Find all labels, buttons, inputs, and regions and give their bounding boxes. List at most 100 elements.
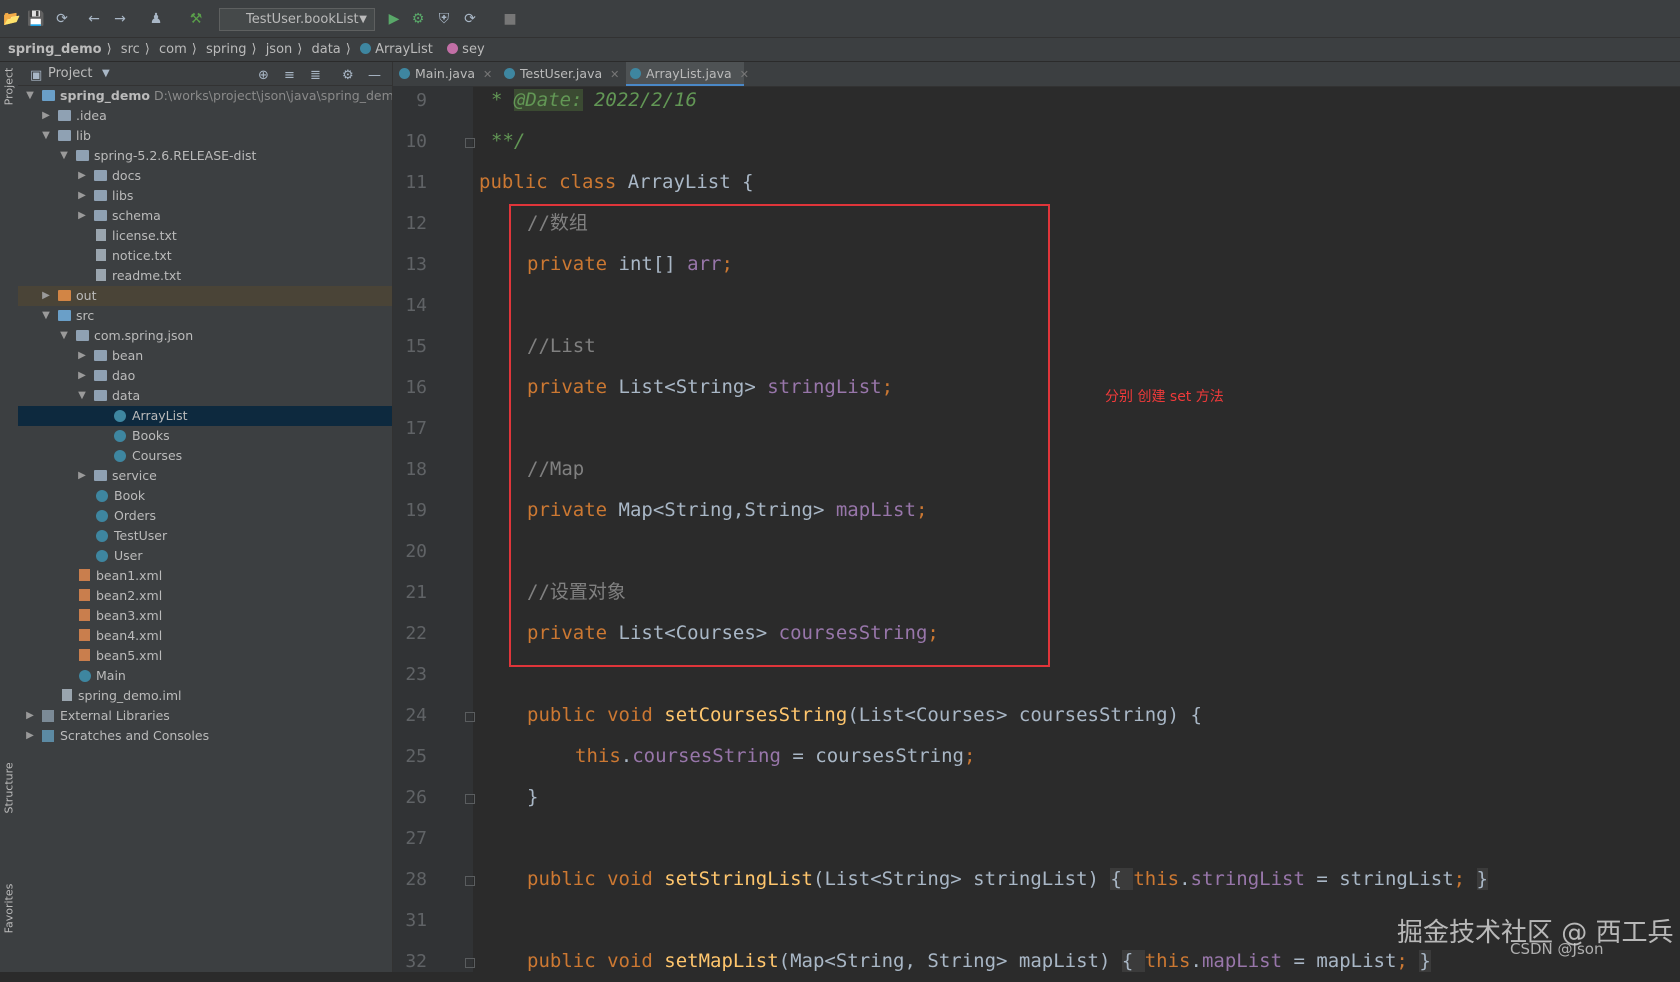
highlight-box	[509, 204, 1050, 667]
breadcrumb-item[interactable]: spring	[206, 42, 246, 57]
tree-row[interactable]: ▶ bean	[18, 346, 392, 366]
tree-row[interactable]: Orders	[18, 506, 392, 526]
tree-row[interactable]: ▶ External Libraries	[18, 706, 392, 726]
tree-row[interactable]: ▼ com.spring.json	[18, 326, 392, 346]
collapse-all-icon[interactable]: ≣	[310, 64, 321, 87]
line-number: 10	[405, 131, 427, 152]
text-file-icon	[96, 249, 106, 261]
code-token: *	[491, 89, 514, 111]
class-icon	[630, 68, 641, 79]
forward-arrow-icon[interactable]: →	[110, 9, 130, 29]
tree-row[interactable]: Books	[18, 426, 392, 446]
chevron-down-icon: ▼	[359, 14, 367, 25]
build-hammer-icon[interactable]: ⚒	[186, 9, 206, 29]
tree-row[interactable]: ▶ dao	[18, 366, 392, 386]
code-token: setMapList	[664, 950, 779, 972]
code-line[interactable]: 25 this.coursesString = coursesString;	[393, 736, 1680, 777]
coverage-icon[interactable]: ⛨	[434, 9, 454, 29]
code-line[interactable]: 10 **/	[393, 121, 1680, 162]
code-line[interactable]: 27	[393, 818, 1680, 859]
package-icon	[76, 330, 89, 341]
hide-panel-icon[interactable]: —	[368, 64, 381, 87]
tree-row[interactable]: bean4.xml	[18, 626, 392, 646]
structure-tool-button[interactable]: Structure	[3, 762, 16, 813]
breadcrumb-item[interactable]: json	[266, 42, 293, 57]
tree-row[interactable]: ▶ docs	[18, 166, 392, 186]
project-tool-button[interactable]: Project	[3, 62, 16, 112]
save-icon[interactable]: 💾	[26, 9, 46, 29]
tree-row[interactable]: ▼ data	[18, 386, 392, 406]
class-icon	[79, 670, 91, 682]
breadcrumb-item[interactable]: spring_demo	[8, 42, 102, 57]
stop-icon[interactable]: ■	[500, 9, 520, 29]
fold-marker-icon[interactable]	[465, 712, 475, 722]
open-folder-icon[interactable]: 📂	[2, 9, 22, 29]
fold-marker-icon[interactable]	[465, 958, 475, 968]
tree-row[interactable]: spring_demo.iml	[18, 686, 392, 706]
project-view-select[interactable]: Project	[48, 62, 92, 85]
code-line[interactable]: 9 * @Date: 2022/2/16	[393, 80, 1680, 121]
code-token: setStringList	[664, 868, 813, 890]
tree-row-selected[interactable]: ArrayList	[18, 406, 392, 426]
code-token: **/	[491, 130, 526, 152]
scratches-icon	[42, 730, 54, 742]
breadcrumb-item[interactable]: com	[159, 42, 187, 57]
code-line[interactable]: 24 public void setCoursesString(List<Cour…	[393, 695, 1680, 736]
code-line[interactable]: 28 public void setStringList(List<String>…	[393, 859, 1680, 900]
fold-marker-icon[interactable]	[465, 794, 475, 804]
vcs-user-icon[interactable]: ♟	[146, 9, 166, 29]
breadcrumb-item[interactable]: src	[121, 42, 140, 57]
tree-row[interactable]: ▼ src	[18, 306, 392, 326]
chevron-down-icon[interactable]: ▼	[102, 62, 110, 85]
tree-row[interactable]: bean1.xml	[18, 566, 392, 586]
breadcrumb-item[interactable]: sey	[462, 42, 484, 57]
sync-icon[interactable]: ⟳	[52, 9, 72, 29]
line-number: 11	[405, 172, 427, 193]
expand-all-icon[interactable]: ≡	[284, 64, 295, 87]
tree-row[interactable]: license.txt	[18, 226, 392, 246]
debug-icon[interactable]: ⚙	[408, 9, 428, 29]
line-number: 27	[405, 828, 427, 849]
tree-row[interactable]: Main	[18, 666, 392, 686]
tree-row[interactable]: bean5.xml	[18, 646, 392, 666]
line-number: 16	[405, 377, 427, 398]
tree-row[interactable]: ▶ out	[18, 286, 392, 306]
line-number: 23	[405, 664, 427, 685]
tree-row[interactable]: User	[18, 546, 392, 566]
line-number: 24	[405, 705, 427, 726]
tree-row[interactable]: ▶ .idea	[18, 106, 392, 126]
code-line[interactable]: 11 public class ArrayList {	[393, 162, 1680, 203]
breadcrumb-item[interactable]: ArrayList	[375, 42, 433, 57]
tree-row[interactable]: notice.txt	[18, 246, 392, 266]
tree-row[interactable]: readme.txt	[18, 266, 392, 286]
line-number: 26	[405, 787, 427, 808]
locate-target-icon[interactable]: ⊕	[258, 64, 269, 87]
gear-icon[interactable]: ⚙	[342, 64, 354, 87]
tree-row[interactable]: ▶ schema	[18, 206, 392, 226]
tree-row[interactable]: bean3.xml	[18, 606, 392, 626]
code-line[interactable]: 26}	[393, 777, 1680, 818]
profile-icon[interactable]: ⟳	[460, 9, 480, 29]
tree-row[interactable]: ▶ Scratches and Consoles	[18, 726, 392, 746]
iml-file-icon	[62, 689, 72, 701]
tree-row[interactable]: ▶ service	[18, 466, 392, 486]
module-folder-icon	[42, 90, 55, 101]
fold-marker-icon[interactable]	[465, 876, 475, 886]
tree-row[interactable]: ▶ libs	[18, 186, 392, 206]
favorites-tool-button[interactable]: Favorites	[3, 884, 16, 934]
watermark-sub: CSDN @Json	[1510, 940, 1604, 958]
tree-row[interactable]: Courses	[18, 446, 392, 466]
tree-row[interactable]: ▼ spring_demo D:\works\project\json\java\s…	[18, 86, 401, 106]
back-arrow-icon[interactable]: ←	[84, 9, 104, 29]
run-configuration-select[interactable]: TestUser.bookList ▼	[219, 8, 375, 31]
breadcrumb-item[interactable]: data	[311, 42, 340, 57]
line-number: 25	[405, 746, 427, 767]
tree-row[interactable]: ▼ lib	[18, 126, 392, 146]
tree-row[interactable]: Book	[18, 486, 392, 506]
fold-marker-icon[interactable]	[465, 138, 475, 148]
code-token: ;	[1396, 950, 1420, 972]
tree-row[interactable]: bean2.xml	[18, 586, 392, 606]
tree-row[interactable]: ▼ spring-5.2.6.RELEASE-dist	[18, 146, 392, 166]
tree-row[interactable]: TestUser	[18, 526, 392, 546]
run-icon[interactable]: ▶	[384, 9, 404, 29]
